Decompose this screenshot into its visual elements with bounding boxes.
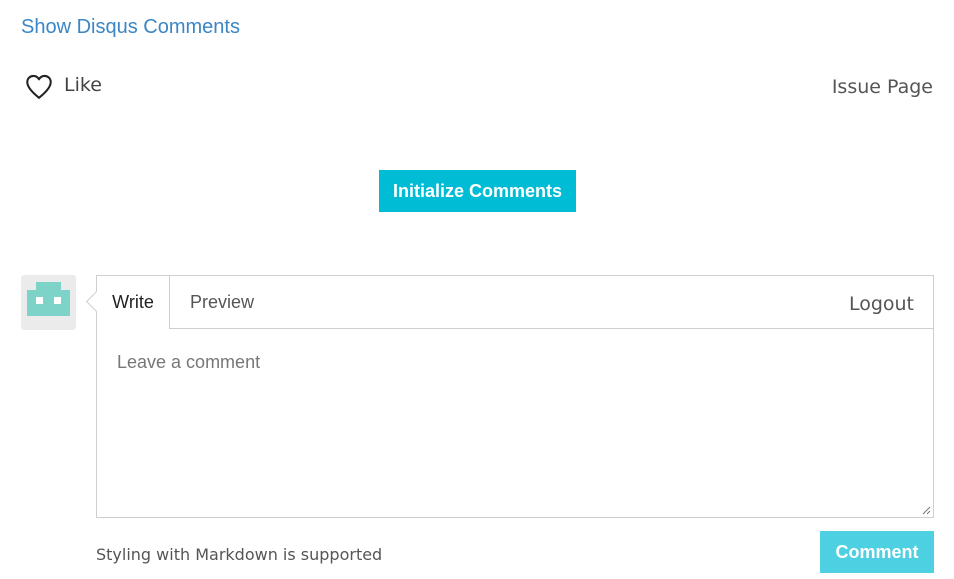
initialize-comments-button[interactable]: Initialize Comments (379, 170, 576, 212)
comment-input[interactable] (97, 329, 933, 517)
tab-preview[interactable]: Preview (170, 276, 274, 329)
tab-write[interactable]: Write (97, 276, 170, 329)
robot-avatar-icon (27, 282, 70, 316)
issue-page-link[interactable]: Issue Page (832, 76, 933, 98)
like-button[interactable]: Like (24, 72, 102, 102)
comment-editor: Write Preview Logout (96, 275, 934, 518)
resize-grip-icon[interactable] (922, 506, 931, 515)
markdown-support-note: Styling with Markdown is supported (96, 545, 383, 564)
like-label: Like (64, 74, 102, 96)
comment-button[interactable]: Comment (820, 531, 934, 573)
heart-icon (24, 72, 54, 102)
show-disqus-comments-link[interactable]: Show Disqus Comments (21, 16, 240, 39)
editor-tabs: Write Preview Logout (97, 276, 933, 329)
logout-link[interactable]: Logout (849, 293, 914, 315)
avatar (21, 275, 76, 330)
